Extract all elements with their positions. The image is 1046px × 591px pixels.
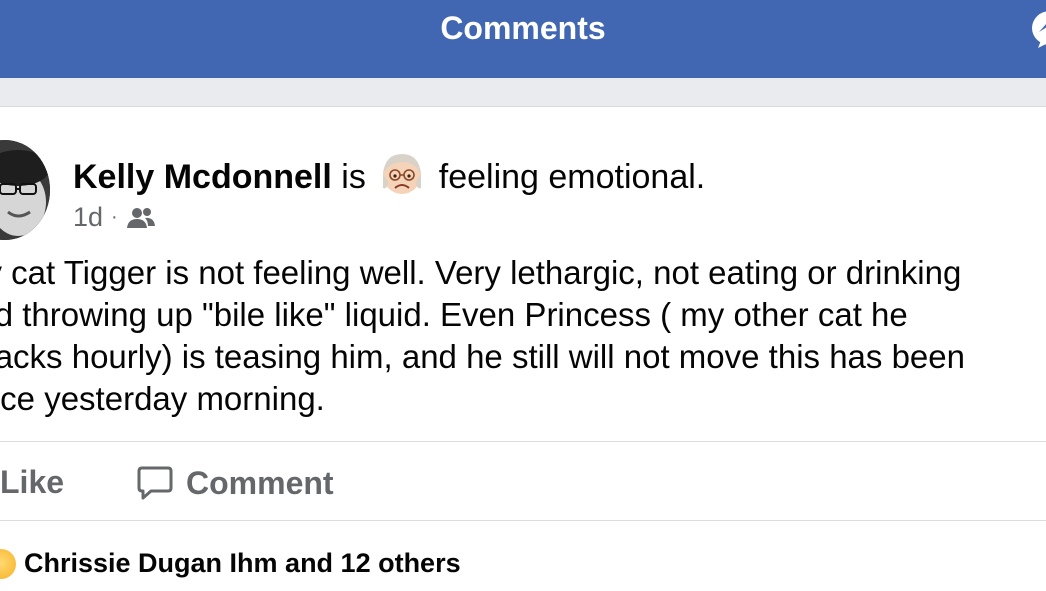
like-label: Like: [0, 464, 65, 500]
post-text-line: attacks hourly) is teasing him, and he s…: [0, 338, 965, 375]
reactions-text: Chrissie Dugan Ihm and 12 others: [24, 548, 461, 578]
comment-button[interactable]: Comment: [136, 464, 334, 502]
is-text: is: [341, 158, 366, 196]
post-header: Kelly Mcdonnell is feeling emotional.: [73, 150, 705, 205]
divider: [0, 520, 1046, 521]
friends-icon: [126, 207, 155, 228]
comment-label: Comment: [186, 464, 334, 501]
post-text-line: and throwing up "bile like" liquid. Even…: [0, 296, 908, 333]
meta-separator: ·: [111, 206, 118, 228]
care-reaction-icon: [0, 548, 16, 579]
reactions-summary[interactable]: Chrissie Dugan Ihm and 12 others: [0, 548, 461, 579]
post-text-line: since yesterday morning.: [0, 380, 325, 417]
post-meta: 1d ·: [73, 202, 156, 233]
post-text-line: My cat Tigger is not feeling well. Very …: [0, 254, 962, 291]
messenger-icon[interactable]: [1030, 8, 1046, 52]
section-separator: [0, 78, 1046, 107]
avatar[interactable]: [0, 140, 50, 240]
divider: [0, 441, 1046, 442]
like-button[interactable]: Like: [0, 464, 64, 501]
post-time[interactable]: 1d: [73, 202, 103, 233]
author-name[interactable]: Kelly Mcdonnell: [73, 158, 332, 196]
feeling-text: feeling emotional.: [438, 158, 706, 196]
page-title: Comments: [440, 10, 606, 46]
comment-bubble-icon: [137, 466, 173, 500]
crying-face-emoji-icon: [379, 150, 425, 205]
post-text: My cat Tigger is not feeling well. Very …: [0, 252, 1046, 420]
top-bar: Comments: [0, 0, 1046, 78]
